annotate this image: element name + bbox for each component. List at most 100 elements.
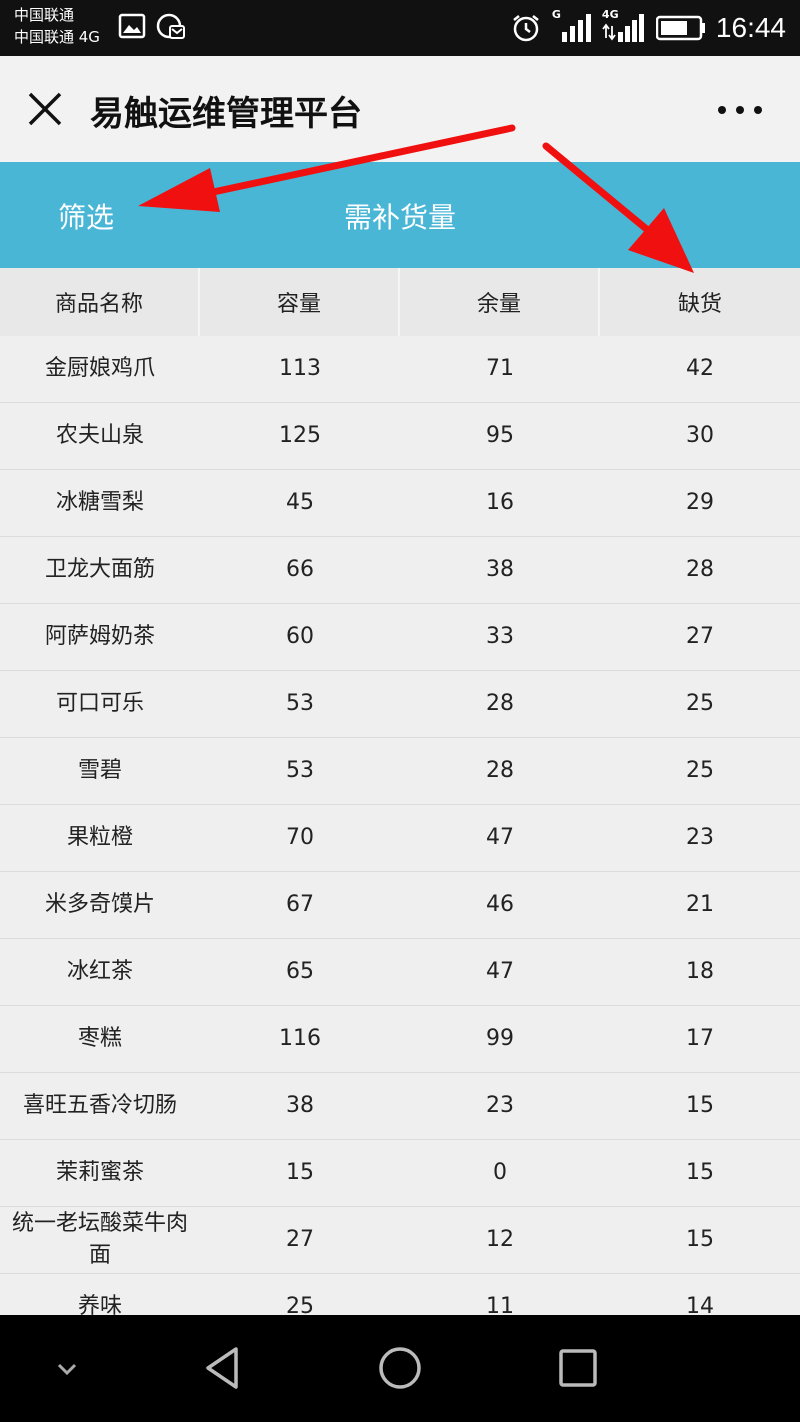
cell-shortage: 23 xyxy=(686,825,714,850)
cell-shortage: 42 xyxy=(686,356,714,381)
cell-shortage: 15 xyxy=(686,1227,714,1252)
cell-name: 冰红茶 xyxy=(66,959,133,984)
column-header-shortage[interactable]: 缺货 xyxy=(600,268,800,336)
cell-capacity: 65 xyxy=(286,959,314,984)
cell-capacity: 125 xyxy=(279,423,321,448)
restock-table: 商品名称 容量 余量 缺货 金厨娘鸡爪 113 71 42 农夫山泉 125 95 30 冰糖雪… xyxy=(0,268,800,1341)
cell-remaining: 23 xyxy=(486,1093,514,1118)
close-icon[interactable] xyxy=(24,88,66,130)
cell-name: 喜旺五香冷切肠 xyxy=(22,1093,177,1118)
table-row[interactable]: 果粒橙 70 47 23 xyxy=(0,805,800,872)
cell-shortage: 18 xyxy=(686,959,714,984)
cell-shortage: 30 xyxy=(686,423,714,448)
cell-shortage: 15 xyxy=(686,1160,714,1185)
cell-capacity: 66 xyxy=(286,557,314,582)
cell-capacity: 113 xyxy=(279,356,321,381)
recent-apps-icon[interactable] xyxy=(556,1343,600,1393)
home-icon[interactable] xyxy=(377,1343,423,1393)
column-header-remaining[interactable]: 余量 xyxy=(400,268,600,336)
image-icon xyxy=(118,13,146,39)
table-row[interactable]: 冰红茶 65 47 18 xyxy=(0,939,800,1006)
cell-name: 茉莉蜜茶 xyxy=(55,1160,144,1185)
cell-shortage: 28 xyxy=(686,557,714,582)
table-row[interactable]: 卫龙大面筋 66 38 28 xyxy=(0,537,800,604)
cell-shortage: 27 xyxy=(686,624,714,649)
cell-name: 阿萨姆奶茶 xyxy=(44,624,155,649)
cell-capacity: 67 xyxy=(286,892,314,917)
column-header-capacity[interactable]: 容量 xyxy=(200,268,400,336)
status-right: G 4G 16:44 xyxy=(510,0,786,56)
carrier-1: 中国联通 xyxy=(14,6,75,24)
carrier-2: 中国联通 4G xyxy=(14,28,100,46)
signal-icon-1: G xyxy=(552,8,592,46)
cell-remaining: 47 xyxy=(486,825,514,850)
cell-name: 金厨娘鸡爪 xyxy=(44,356,155,381)
table-row[interactable]: 喜旺五香冷切肠 38 23 15 xyxy=(0,1073,800,1140)
table-row[interactable]: 阿萨姆奶茶 60 33 27 xyxy=(0,604,800,671)
section-header: 筛选 需补货量 xyxy=(0,162,800,268)
cell-name: 枣糕 xyxy=(77,1026,122,1051)
table-row[interactable]: 雪碧 53 28 25 xyxy=(0,738,800,805)
cell-name: 米多奇馍片 xyxy=(44,892,155,917)
title-bar: 易触运维管理平台 xyxy=(0,56,800,162)
cell-capacity: 53 xyxy=(286,691,314,716)
chevron-down-icon[interactable] xyxy=(54,1359,80,1379)
cell-remaining: 16 xyxy=(486,490,514,515)
more-icon[interactable] xyxy=(716,100,764,120)
cell-name: 卫龙大面筋 xyxy=(44,557,155,582)
cell-shortage: 29 xyxy=(686,490,714,515)
cell-capacity: 53 xyxy=(286,758,314,783)
cell-remaining: 33 xyxy=(486,624,514,649)
table-row[interactable]: 可口可乐 53 28 25 xyxy=(0,671,800,738)
table-header: 商品名称 容量 余量 缺货 xyxy=(0,268,800,336)
cell-capacity: 60 xyxy=(286,624,314,649)
table-body: 金厨娘鸡爪 113 71 42 农夫山泉 125 95 30 冰糖雪梨 45 16 29 卫龙大面筋 66… xyxy=(0,336,800,1341)
table-row[interactable]: 金厨娘鸡爪 113 71 42 xyxy=(0,336,800,403)
status-bar: 中国联通 中国联通 4G G 4G 16:44 xyxy=(0,0,800,56)
alarm-icon xyxy=(513,15,539,42)
table-row[interactable]: 冰糖雪梨 45 16 29 xyxy=(0,470,800,537)
cell-shortage: 25 xyxy=(686,758,714,783)
back-icon[interactable] xyxy=(200,1343,244,1393)
cell-name: 农夫山泉 xyxy=(55,423,144,448)
cell-remaining: 46 xyxy=(486,892,514,917)
carrier-info: 中国联通 中国联通 4G xyxy=(14,4,100,48)
navigation-bar xyxy=(0,1315,800,1422)
table-row[interactable]: 枣糕 116 99 17 xyxy=(0,1006,800,1073)
cell-remaining: 28 xyxy=(486,691,514,716)
battery-icon xyxy=(655,15,705,41)
cell-remaining: 71 xyxy=(486,356,514,381)
cell-remaining: 95 xyxy=(486,423,514,448)
cell-remaining: 12 xyxy=(486,1227,514,1252)
cell-capacity: 27 xyxy=(286,1227,314,1252)
cell-remaining: 0 xyxy=(493,1160,507,1185)
cell-name: 可口可乐 xyxy=(55,691,144,716)
clock: 16:44 xyxy=(715,12,786,43)
cell-shortage: 25 xyxy=(686,691,714,716)
cell-remaining: 99 xyxy=(486,1026,514,1051)
table-row[interactable]: 米多奇馍片 67 46 21 xyxy=(0,872,800,939)
cell-remaining: 38 xyxy=(486,557,514,582)
section-title: 需补货量 xyxy=(343,201,456,234)
cell-remaining: 28 xyxy=(486,758,514,783)
cell-name: 冰糖雪梨 xyxy=(55,490,144,515)
cell-name: 果粒橙 xyxy=(66,825,133,850)
cell-shortage: 17 xyxy=(686,1026,714,1051)
table-row[interactable]: 统一老坛酸菜牛肉面 27 12 15 xyxy=(0,1207,800,1274)
page-title: 易触运维管理平台 xyxy=(90,94,362,134)
chrome-sync-icon xyxy=(156,13,185,39)
cell-capacity: 15 xyxy=(286,1160,314,1185)
cell-shortage: 21 xyxy=(686,892,714,917)
table-row[interactable]: 农夫山泉 125 95 30 xyxy=(0,403,800,470)
cell-capacity: 38 xyxy=(286,1093,314,1118)
cell-shortage: 15 xyxy=(686,1093,714,1118)
signal-icon-2: 4G xyxy=(602,8,646,46)
table-row[interactable]: 茉莉蜜茶 15 0 15 xyxy=(0,1140,800,1207)
cell-capacity: 70 xyxy=(286,825,314,850)
cell-capacity: 116 xyxy=(279,1026,321,1051)
cell-name: 统一老坛酸菜牛肉面 xyxy=(11,1211,188,1268)
cell-remaining: 47 xyxy=(486,959,514,984)
cell-name: 雪碧 xyxy=(77,758,122,783)
column-header-name[interactable]: 商品名称 xyxy=(0,268,200,336)
cell-capacity: 45 xyxy=(286,490,314,515)
